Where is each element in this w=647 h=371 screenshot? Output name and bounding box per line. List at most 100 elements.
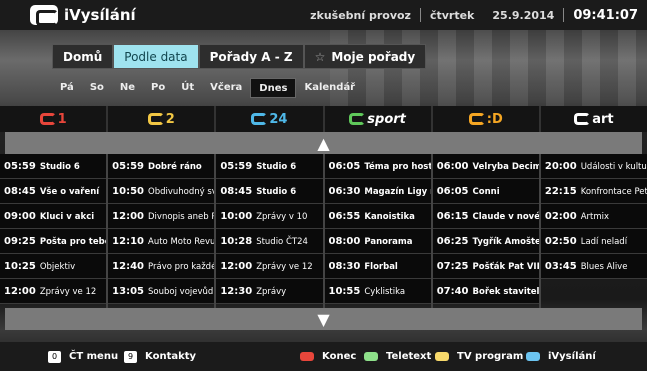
date-label: 25.9.2014 bbox=[492, 8, 555, 22]
tab-home[interactable]: Domů bbox=[52, 44, 114, 69]
programme-time: 09:00 bbox=[4, 211, 36, 222]
green-button[interactable]: Teletext bbox=[364, 351, 431, 362]
programme-item[interactable]: 10:25 Objektiv bbox=[0, 254, 107, 279]
programme-item[interactable]: 05:59 Studio 6 bbox=[216, 154, 323, 179]
programme-item[interactable]: 12:00 Divnopis aneb P bbox=[108, 204, 215, 229]
programme-time: 20:00 bbox=[544, 161, 577, 172]
tab-a-z[interactable]: Pořady A - Z bbox=[198, 44, 304, 69]
footer-bar: 0 ČT menu 9 Kontakty Konec Teletext TV p… bbox=[0, 342, 647, 371]
programme-item[interactable]: 09:00 Kluci v akci bbox=[0, 204, 107, 229]
channel-ct-d[interactable]: :D bbox=[433, 106, 541, 132]
blue-button[interactable]: iVysílání bbox=[526, 351, 596, 362]
programme-item[interactable]: 12:30 Zprávy bbox=[216, 279, 323, 304]
programme-item[interactable]: 06:25Tygřík Amoštek bbox=[432, 229, 539, 254]
clock: 09:41:07 bbox=[573, 7, 638, 23]
programme-time: 06:15 bbox=[436, 211, 469, 222]
day-sat[interactable]: So bbox=[82, 78, 112, 98]
programme-item[interactable]: 07:40 Bořek stavitel bbox=[432, 279, 539, 304]
contacts-button[interactable]: 9 Kontakty bbox=[124, 350, 197, 363]
programme-time: 22:15 bbox=[544, 186, 577, 197]
programme-item[interactable]: 02:00 Artmix bbox=[540, 204, 647, 229]
programme-item[interactable]: 06:05 Conni bbox=[432, 179, 539, 204]
programme-title: Objektiv bbox=[39, 262, 76, 272]
channel-ct-art[interactable]: art bbox=[541, 106, 647, 132]
programme-item[interactable]: 06:30Magazín Ligy mi bbox=[324, 179, 431, 204]
schedule-column: 05:59Dobré ráno10:50Obdivuhodný svě12:00… bbox=[108, 154, 217, 308]
programme-title: Souboj vojevůd bbox=[148, 287, 214, 297]
programme-item[interactable]: 22:15 Konfrontace Pet bbox=[540, 179, 647, 204]
key-9-icon: 9 bbox=[124, 350, 137, 363]
scroll-down-button[interactable]: ▼ bbox=[5, 308, 642, 330]
day-mon[interactable]: Po bbox=[143, 78, 173, 98]
channel-ct-sport[interactable]: sport bbox=[325, 106, 433, 132]
red-button[interactable]: Konec bbox=[300, 351, 356, 362]
programme-item[interactable]: 06:55 Kanoistika bbox=[324, 204, 431, 229]
channel-ct1[interactable]: 1 bbox=[0, 106, 109, 132]
weekday-label: čtvrtek bbox=[429, 8, 475, 22]
channel-label: art bbox=[592, 111, 614, 127]
ct-menu-button[interactable]: 0 ČT menu bbox=[48, 350, 118, 363]
day-fri[interactable]: Pá bbox=[52, 78, 82, 98]
programme-title: Téma pro hosty ( bbox=[364, 162, 430, 172]
programme-item[interactable]: 08:45 Studio 6 bbox=[216, 179, 323, 204]
programme-item[interactable]: 06:00Velryba Decimál bbox=[432, 154, 539, 179]
programme-title: Florbal bbox=[364, 262, 398, 272]
programme-title: Studio ČT24 bbox=[256, 237, 308, 247]
tab-my-shows[interactable]: ☆ Moje pořady bbox=[303, 44, 427, 69]
yellow-button[interactable]: TV program bbox=[435, 351, 523, 362]
tab-by-date[interactable]: Podle data bbox=[113, 44, 199, 69]
contacts-label: Kontakty bbox=[145, 351, 197, 362]
blue-label: iVysílání bbox=[548, 351, 596, 362]
programme-time: 08:00 bbox=[328, 236, 361, 247]
programme-time: 06:25 bbox=[436, 236, 469, 247]
day-sun[interactable]: Ne bbox=[112, 78, 143, 98]
programme-item[interactable]: 06:15Claude v novém m bbox=[432, 204, 539, 229]
day-today[interactable]: Dnes bbox=[250, 78, 297, 98]
top-bar: iVysílání zkušební provoz čtvrtek 25.9.2… bbox=[0, 0, 647, 30]
programme-item[interactable]: 12:00 Zprávy ve 12 bbox=[216, 254, 323, 279]
programme-title: Zprávy ve 12 bbox=[39, 287, 97, 297]
programme-item[interactable]: 06:05Téma pro hosty ( bbox=[324, 154, 431, 179]
programme-item[interactable]: 08:30 Florbal bbox=[324, 254, 431, 279]
day-yesterday[interactable]: Včera bbox=[202, 78, 250, 98]
red-label: Konec bbox=[322, 351, 357, 362]
day-calendar[interactable]: Kalendář bbox=[296, 78, 363, 98]
programme-item[interactable]: 05:59 Dobré ráno bbox=[108, 154, 215, 179]
programme-item[interactable]: 09:25 Pošta pro tebe bbox=[0, 229, 107, 254]
programme-item[interactable]: 08:45 Vše o vaření bbox=[0, 179, 107, 204]
programme-time: 08:45 bbox=[220, 186, 253, 197]
programme-item[interactable]: 10:50Obdivuhodný svě bbox=[108, 179, 215, 204]
programme-item[interactable]: 10:28 Studio ČT24 bbox=[216, 229, 323, 254]
programme-item[interactable]: 08:00 Panorama bbox=[324, 229, 431, 254]
programme-time: 05:59 bbox=[220, 161, 253, 172]
programme-item[interactable]: 10:55 Cyklistika bbox=[324, 279, 431, 304]
programme-time: 06:00 bbox=[436, 161, 469, 172]
day-tue[interactable]: Út bbox=[173, 78, 202, 98]
programme-item[interactable]: 03:45 Blues Alive bbox=[540, 254, 647, 279]
programme-title: Claude v novém m bbox=[472, 212, 539, 222]
scroll-up-button[interactable]: ▲ bbox=[5, 132, 642, 154]
programme-time: 03:45 bbox=[544, 261, 577, 272]
channel-ct24[interactable]: 24 bbox=[216, 106, 325, 132]
programme-item[interactable]: 07:25 Pošťák Pat VIII bbox=[432, 254, 539, 279]
programme-item[interactable]: 12:00 Zprávy ve 12 bbox=[0, 279, 107, 304]
programme-title: Zprávy ve 12 bbox=[256, 262, 313, 272]
programme-item[interactable]: 10:00 Zprávy v 10 bbox=[216, 204, 323, 229]
programme-title: Obdivuhodný svě bbox=[148, 187, 214, 197]
ct-logo: iVysílání bbox=[30, 5, 136, 26]
programme-title: Studio 6 bbox=[39, 162, 80, 172]
programme-time: 12:00 bbox=[4, 286, 36, 297]
programme-item[interactable]: 05:59 Studio 6 bbox=[0, 154, 107, 179]
programme-time: 12:30 bbox=[220, 286, 253, 297]
programme-item[interactable]: 12:40 Právo pro každé bbox=[108, 254, 215, 279]
programme-item[interactable]: 20:00 Události v kultu bbox=[540, 154, 647, 179]
programme-time: 12:00 bbox=[112, 211, 145, 222]
programme-item[interactable]: 12:10 Auto Moto Revue bbox=[108, 229, 215, 254]
programme-time: 12:40 bbox=[112, 261, 145, 272]
programme-item[interactable]: 13:05 Souboj vojevůd bbox=[108, 279, 215, 304]
programme-item[interactable]: 02:50 Ladí neladí bbox=[540, 229, 647, 254]
channel-ct2[interactable]: 2 bbox=[108, 106, 217, 132]
ct-channel-logo-icon bbox=[147, 113, 164, 125]
channel-label: 24 bbox=[269, 111, 288, 127]
ct-channel-logo-icon bbox=[468, 113, 485, 125]
